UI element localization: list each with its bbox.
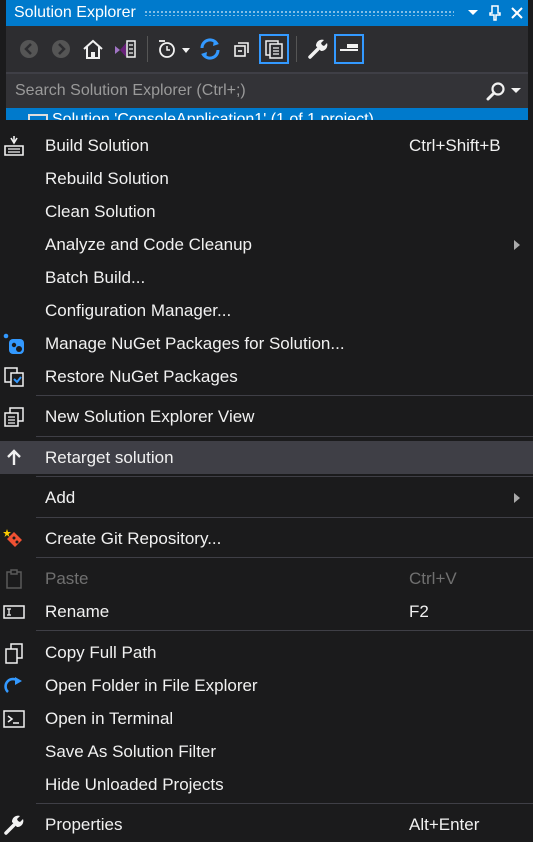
menu-item-retarget-solution[interactable]: Retarget solution (0, 441, 533, 474)
collapse-all-icon[interactable] (227, 34, 257, 64)
properties-icon[interactable] (302, 34, 332, 64)
menu-separator (36, 395, 533, 396)
menu-label: Analyze and Code Cleanup (45, 234, 252, 254)
menu-label: Add (45, 487, 76, 507)
menu-label: Clean Solution (45, 201, 156, 221)
titlebar-grip[interactable] (143, 10, 454, 16)
context-menu: Build Solution Ctrl+Shift+B Rebuild Solu… (0, 120, 533, 842)
pin-icon[interactable] (484, 2, 506, 24)
menu-label: Restore NuGet Packages (45, 366, 238, 386)
menu-item-manage-nuget[interactable]: Manage NuGet Packages for Solution... (0, 327, 533, 360)
home-icon[interactable] (78, 34, 108, 64)
switch-views-icon[interactable] (110, 34, 140, 64)
menu-item-open-terminal[interactable]: Open in Terminal (0, 702, 533, 735)
toolbar-separator (296, 36, 297, 62)
menu-item-batch-build[interactable]: Batch Build... (0, 261, 533, 294)
pending-changes-filter-icon[interactable] (153, 34, 193, 64)
shortcut-text: Ctrl+V (409, 568, 457, 588)
show-all-files-icon[interactable] (259, 34, 289, 64)
menu-item-rebuild-solution[interactable]: Rebuild Solution (0, 162, 533, 195)
restore-packages-icon (3, 366, 25, 388)
menu-item-open-folder[interactable]: Open Folder in File Explorer (0, 669, 533, 702)
window-position-dropdown-icon[interactable] (462, 2, 484, 24)
menu-item-rename[interactable]: Rename F2 (0, 595, 533, 628)
wrench-icon (3, 814, 25, 836)
menu-item-build-solution[interactable]: Build Solution Ctrl+Shift+B (0, 129, 533, 162)
menu-item-configuration-manager[interactable]: Configuration Manager... (0, 294, 533, 327)
menu-item-clean-solution[interactable]: Clean Solution (0, 195, 533, 228)
close-icon[interactable] (506, 2, 528, 24)
menu-separator (36, 630, 533, 631)
search-input[interactable]: Search Solution Explorer (Ctrl+;) (6, 82, 484, 100)
shortcut-text: Ctrl+Shift+B (409, 135, 501, 155)
menu-label: Manage NuGet Packages for Solution... (45, 333, 345, 353)
menu-label: Build Solution (45, 135, 149, 155)
search-box[interactable]: Search Solution Explorer (Ctrl+;) (6, 72, 528, 108)
nuget-icon (3, 333, 25, 355)
menu-item-paste[interactable]: Paste Ctrl+V (0, 562, 533, 595)
menu-label: Rename (45, 601, 110, 621)
menu-item-save-filter[interactable]: Save As Solution Filter (0, 735, 533, 768)
back-icon[interactable] (14, 34, 44, 64)
menu-item-create-git-repo[interactable]: Create Git Repository... (0, 522, 533, 555)
tree-item-label: Solution 'ConsoleApplication1' (1 of 1 p… (52, 111, 374, 120)
menu-separator (36, 436, 533, 437)
menu-item-properties[interactable]: Properties Alt+Enter (0, 808, 533, 841)
paste-icon (3, 568, 25, 590)
menu-label: Copy Full Path (45, 642, 157, 662)
rename-icon (3, 601, 25, 623)
new-explorer-view-icon (3, 406, 25, 428)
menu-separator (36, 803, 533, 804)
menu-label: Open in Terminal (45, 708, 174, 728)
menu-separator (36, 557, 533, 558)
menu-separator (36, 517, 533, 518)
menu-label: Rebuild Solution (45, 168, 169, 188)
menu-item-new-explorer-view[interactable]: New Solution Explorer View (0, 400, 533, 433)
menu-separator (36, 476, 533, 477)
menu-item-copy-full-path[interactable]: Copy Full Path (0, 636, 533, 669)
menu-label: Properties (45, 814, 123, 834)
menu-item-restore-nuget[interactable]: Restore NuGet Packages (0, 360, 533, 393)
shortcut-text: Alt+Enter (409, 814, 480, 834)
sync-icon[interactable] (195, 34, 225, 64)
menu-item-hide-unloaded[interactable]: Hide Unloaded Projects (0, 768, 533, 801)
menu-label: Create Git Repository... (45, 528, 222, 548)
tree-item-solution[interactable]: Solution 'ConsoleApplication1' (1 of 1 p… (6, 108, 528, 120)
menu-label: New Solution Explorer View (45, 406, 255, 426)
git-repository-icon (3, 528, 25, 550)
build-solution-icon (3, 135, 25, 157)
submenu-arrow-icon (514, 492, 520, 503)
copy-icon (3, 642, 25, 664)
menu-item-add[interactable]: Add (0, 481, 533, 514)
menu-label: Hide Unloaded Projects (45, 774, 224, 794)
menu-label: Paste (45, 568, 89, 588)
menu-label: Retarget solution (45, 447, 174, 467)
open-folder-arrow-icon (3, 675, 25, 697)
preview-selected-icon[interactable] (334, 34, 364, 64)
menu-item-analyze-cleanup[interactable]: Analyze and Code Cleanup (0, 228, 533, 261)
search-options-dropdown-icon[interactable] (508, 79, 524, 103)
up-arrow-icon (3, 447, 25, 469)
forward-icon[interactable] (46, 34, 76, 64)
menu-label: Open Folder in File Explorer (45, 675, 258, 695)
menu-label: Batch Build... (45, 267, 146, 287)
menu-label: Configuration Manager... (45, 300, 232, 320)
solution-explorer-toolbar (6, 26, 528, 72)
menu-label: Save As Solution Filter (45, 741, 217, 761)
terminal-icon (3, 708, 25, 730)
submenu-arrow-icon (514, 239, 520, 250)
toolbar-separator (147, 36, 148, 62)
shortcut-text: F2 (409, 601, 429, 621)
panel-title: Solution Explorer (14, 4, 136, 21)
search-icon[interactable] (484, 79, 508, 103)
solution-explorer-titlebar: Solution Explorer (6, 0, 528, 26)
